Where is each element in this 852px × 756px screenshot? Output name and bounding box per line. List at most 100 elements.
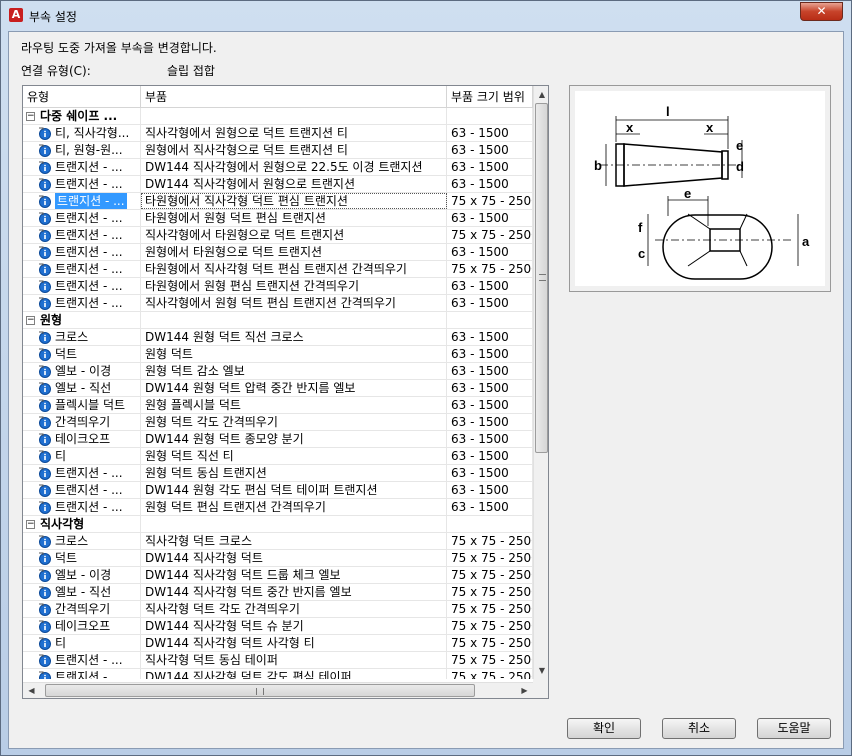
- row-part[interactable]: DW144 원형 덕트 압력 중간 반지름 엘보: [141, 380, 447, 396]
- table-row[interactable]: 트랜지션 - ... 원형에서 타원형으로 덕트 트랜지션 63 - 1500: [23, 244, 533, 261]
- table-row[interactable]: 트랜지션 - ... 원형 덕트 편심 트랜지션 간격띄우기 63 - 1500: [23, 499, 533, 516]
- part-info-icon: [38, 126, 52, 140]
- row-size-range: 63 - 1500: [447, 380, 533, 396]
- table-row[interactable]: 트랜지션 - ... 직사각형에서 타원형으로 덕트 트랜지션 75 x 75 - …: [23, 227, 533, 244]
- row-part[interactable]: DW144 직사각형 덕트: [141, 550, 447, 566]
- row-part[interactable]: 원형 덕트 각도 간격띄우기: [141, 414, 447, 430]
- row-part[interactable]: 직사각형에서 원형으로 덕트 트랜지션 티: [141, 125, 447, 141]
- row-part[interactable]: 직사각형 덕트 각도 간격띄우기: [141, 601, 447, 617]
- row-part[interactable]: 원형 덕트 직선 티: [141, 448, 447, 464]
- collapse-icon[interactable]: −: [26, 111, 35, 121]
- ok-button[interactable]: 확인: [567, 718, 641, 739]
- row-size-range: 63 - 1500: [447, 499, 533, 515]
- scroll-down-arrow-icon[interactable]: ▼: [534, 662, 548, 679]
- part-info-icon: [38, 347, 52, 361]
- row-part[interactable]: DW144 직사각형 덕트 드룹 체크 엘보: [141, 567, 447, 583]
- row-part[interactable]: DW144 직사각형에서 원형으로 22.5도 이경 트랜지션: [141, 159, 447, 175]
- table-row[interactable]: 트랜지션 - ... DW144 직사각형 덕트 각도 편심 테이퍼 75 x 75…: [23, 669, 533, 679]
- row-size-range: 75 x 75 - 2500: [447, 635, 533, 651]
- scroll-left-arrow-icon[interactable]: ◀: [23, 683, 40, 698]
- row-part[interactable]: 타원형에서 직사각형 덕트 편심 트랜지션 간격띄우기: [141, 261, 447, 277]
- row-part[interactable]: DW144 원형 덕트 직선 크로스: [141, 329, 447, 345]
- dimension-label-x-right: x: [706, 120, 714, 135]
- table-row[interactable]: 덕트 DW144 직사각형 덕트 75 x 75 - 2500: [23, 550, 533, 567]
- row-type: 트랜지션 - ...: [55, 228, 123, 242]
- part-info-icon: [38, 602, 52, 616]
- row-part[interactable]: 원형 덕트 편심 트랜지션 간격띄우기: [141, 499, 447, 515]
- row-part[interactable]: 원형에서 직사각형으로 덕트 트랜지션 티: [141, 142, 447, 158]
- row-part[interactable]: DW144 원형 덕트 종모양 분기: [141, 431, 447, 447]
- row-part[interactable]: 타원형에서 원형 덕트 편심 트랜지션: [141, 210, 447, 226]
- row-part[interactable]: DW144 원형 각도 편심 덕트 테이퍼 트랜지션: [141, 482, 447, 498]
- close-button[interactable]: ✕: [800, 2, 843, 21]
- cancel-button[interactable]: 취소: [662, 718, 736, 739]
- table-row[interactable]: 트랜지션 - ... DW144 직사각형에서 원형으로 트랜지션 63 - 150…: [23, 176, 533, 193]
- row-part[interactable]: 직사각형에서 타원형으로 덕트 트랜지션: [141, 227, 447, 243]
- title-bar: A 부속 설정 ✕: [1, 1, 851, 31]
- row-part[interactable]: 직사각형에서 원형 덕트 편심 트랜지션 간격띄우기: [141, 295, 447, 311]
- collapse-icon[interactable]: −: [26, 315, 35, 325]
- scroll-right-arrow-icon[interactable]: ▶: [516, 683, 533, 698]
- row-part[interactable]: 원형 덕트 동심 트랜지션: [141, 465, 447, 481]
- row-part[interactable]: 원형에서 타원형으로 덕트 트랜지션: [141, 244, 447, 260]
- row-type: 티, 직사각형...: [55, 126, 130, 140]
- collapse-icon[interactable]: −: [26, 519, 35, 529]
- group-row[interactable]: − 원형: [23, 312, 533, 329]
- group-row[interactable]: − 다중 쉐이프 ...: [23, 108, 533, 125]
- scroll-up-arrow-icon[interactable]: ▲: [534, 86, 548, 103]
- row-part[interactable]: DW144 직사각형 덕트 각도 편심 테이퍼: [141, 669, 447, 679]
- row-part[interactable]: 직사각형 덕트 동심 테이퍼: [141, 652, 447, 668]
- table-row[interactable]: 테이크오프 DW144 직사각형 덕트 슈 분기 75 x 75 - 2500: [23, 618, 533, 635]
- table-row[interactable]: 트랜지션 - ... 직사각형 덕트 동심 테이퍼 75 x 75 - 2500: [23, 652, 533, 669]
- table-row[interactable]: 트랜지션 - ... 타원형에서 원형 덕트 편심 트랜지션 63 - 1500: [23, 210, 533, 227]
- table-row[interactable]: 트랜지션 - ... 원형 덕트 동심 트랜지션 63 - 1500: [23, 465, 533, 482]
- vertical-scroll-thumb[interactable]: [535, 103, 548, 453]
- column-header-part[interactable]: 부품: [141, 86, 447, 108]
- row-part[interactable]: DW144 직사각형 덕트 사각형 티: [141, 635, 447, 651]
- part-info-icon: [38, 483, 52, 497]
- table-row[interactable]: 트랜지션 - ... DW144 원형 각도 편심 덕트 테이퍼 트랜지션 63 -…: [23, 482, 533, 499]
- table-row[interactable]: 트랜지션 - ... 타원형에서 직사각형 덕트 편심 트랜지션 간격띄우기 75 …: [23, 261, 533, 278]
- table-row[interactable]: 엘보 - 이경 DW144 직사각형 덕트 드룹 체크 엘보 75 x 75 - 2…: [23, 567, 533, 584]
- column-header-size-range[interactable]: 부품 크기 범위: [447, 86, 533, 108]
- table-row[interactable]: 크로스 직사각형 덕트 크로스 75 x 75 - 2500: [23, 533, 533, 550]
- row-size-range: 63 - 1500: [447, 125, 533, 141]
- vertical-scrollbar[interactable]: ▲ ▼: [533, 86, 548, 679]
- table-row[interactable]: 트랜지션 - ... 타원형에서 직사각형 덕트 편심 트랜지션 75 x 75 -…: [23, 193, 533, 210]
- row-size-range: 75 x 75 - 2500: [447, 193, 533, 209]
- grid-rows: − 다중 쉐이프 ... 티, 직사각형... 직사각형에서 원형으로 덕트 트랜지션…: [23, 108, 533, 679]
- row-part[interactable]: 원형 플렉시블 덕트: [141, 397, 447, 413]
- help-button[interactable]: 도움말: [757, 718, 831, 739]
- row-part[interactable]: DW144 직사각형 덕트 중간 반지름 엘보: [141, 584, 447, 600]
- table-row[interactable]: 크로스 DW144 원형 덕트 직선 크로스 63 - 1500: [23, 329, 533, 346]
- row-part[interactable]: 원형 덕트 감소 엘보: [141, 363, 447, 379]
- table-row[interactable]: 티, 원형-원... 원형에서 직사각형으로 덕트 트랜지션 티 63 - 1500: [23, 142, 533, 159]
- column-header-type[interactable]: 유형: [23, 86, 141, 108]
- row-part[interactable]: DW144 직사각형에서 원형으로 트랜지션: [141, 176, 447, 192]
- horizontal-scroll-thumb[interactable]: [45, 684, 475, 697]
- table-row[interactable]: 트랜지션 - ... DW144 직사각형에서 원형으로 22.5도 이경 트랜지…: [23, 159, 533, 176]
- horizontal-scrollbar[interactable]: ◀ ▶: [23, 682, 533, 698]
- table-row[interactable]: 티 DW144 직사각형 덕트 사각형 티 75 x 75 - 2500: [23, 635, 533, 652]
- table-row[interactable]: 간격띄우기 원형 덕트 각도 간격띄우기 63 - 1500: [23, 414, 533, 431]
- parts-grid[interactable]: 유형 부품 부품 크기 범위 − 다중 쉐이프 ... 티, 직사각형... 직사각형…: [22, 85, 549, 699]
- row-part[interactable]: 타원형에서 직사각형 덕트 편심 트랜지션: [141, 193, 447, 209]
- row-size-range: 75 x 75 - 2500: [447, 567, 533, 583]
- row-part[interactable]: 타원형에서 원형 편심 트랜지션 간격띄우기: [141, 278, 447, 294]
- row-part[interactable]: DW144 직사각형 덕트 슈 분기: [141, 618, 447, 634]
- table-row[interactable]: 엘보 - 이경 원형 덕트 감소 엘보 63 - 1500: [23, 363, 533, 380]
- table-row[interactable]: 간격띄우기 직사각형 덕트 각도 간격띄우기 75 x 75 - 2500: [23, 601, 533, 618]
- table-row[interactable]: 플렉시블 덕트 원형 플렉시블 덕트 63 - 1500: [23, 397, 533, 414]
- table-row[interactable]: 트랜지션 - ... 타원형에서 원형 편심 트랜지션 간격띄우기 63 - 150…: [23, 278, 533, 295]
- row-part[interactable]: 원형 덕트: [141, 346, 447, 362]
- table-row[interactable]: 엘보 - 직선 DW144 직사각형 덕트 중간 반지름 엘보 75 x 75 - …: [23, 584, 533, 601]
- row-size-range: 75 x 75 - 2500: [447, 584, 533, 600]
- table-row[interactable]: 테이크오프 DW144 원형 덕트 종모양 분기 63 - 1500: [23, 431, 533, 448]
- table-row[interactable]: 티, 직사각형... 직사각형에서 원형으로 덕트 트랜지션 티 63 - 1500: [23, 125, 533, 142]
- table-row[interactable]: 트랜지션 - ... 직사각형에서 원형 덕트 편심 트랜지션 간격띄우기 63 -…: [23, 295, 533, 312]
- table-row[interactable]: 덕트 원형 덕트 63 - 1500: [23, 346, 533, 363]
- table-row[interactable]: 티 원형 덕트 직선 티 63 - 1500: [23, 448, 533, 465]
- table-row[interactable]: 엘보 - 직선 DW144 원형 덕트 압력 중간 반지름 엘보 63 - 1500: [23, 380, 533, 397]
- row-part[interactable]: 직사각형 덕트 크로스: [141, 533, 447, 549]
- group-row[interactable]: − 직사각형: [23, 516, 533, 533]
